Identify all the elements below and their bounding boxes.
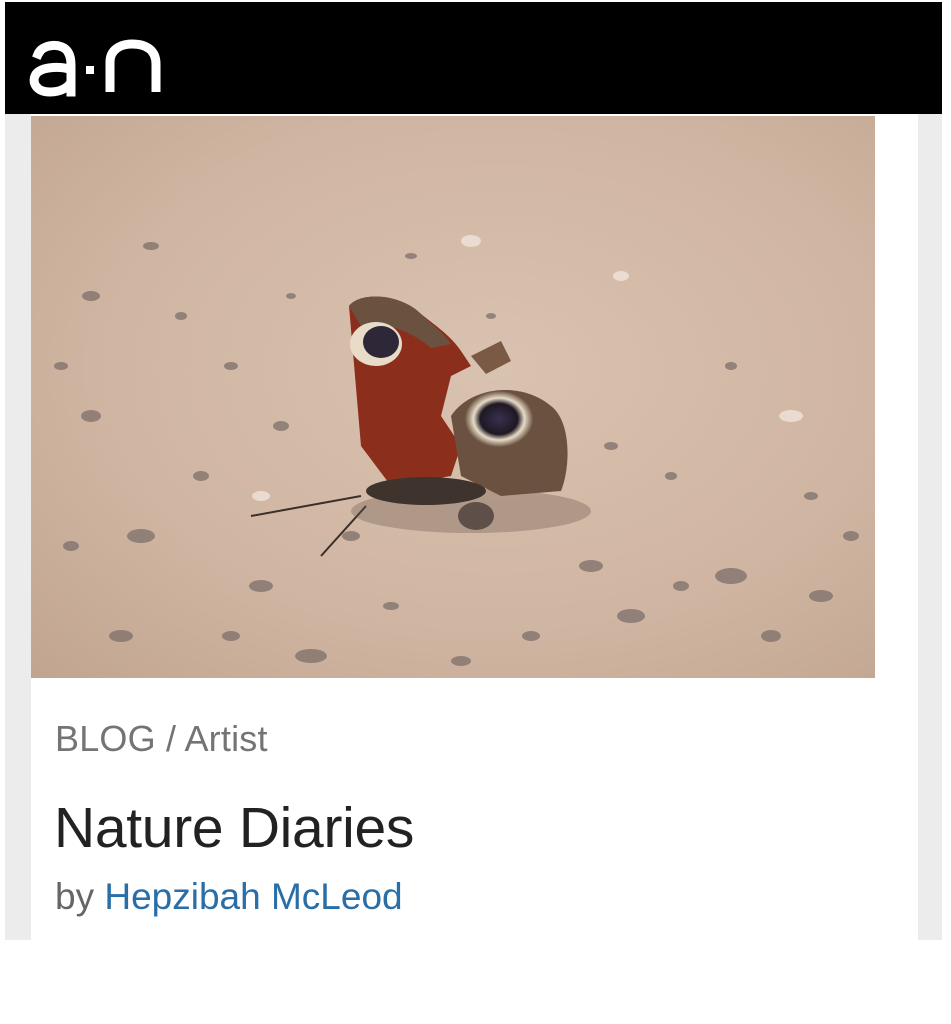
category-name[interactable]: Artist: [184, 718, 267, 759]
post-byline: by Hepzibah McLeod: [55, 876, 403, 918]
butterfly-photo[interactable]: [31, 116, 875, 678]
post-category: BLOG / Artist: [55, 718, 268, 760]
an-logo[interactable]: [28, 26, 168, 98]
blog-card[interactable]: BLOG / Artist Nature Diaries by Hepzibah…: [31, 114, 918, 940]
category-prefix[interactable]: BLOG: [55, 718, 156, 759]
content-frame: BLOG / Artist Nature Diaries by Hepzibah…: [5, 114, 942, 940]
site-header: [5, 2, 942, 114]
author-link[interactable]: Hepzibah McLeod: [104, 876, 402, 917]
byline-prefix: by: [55, 876, 95, 917]
post-title[interactable]: Nature Diaries: [54, 795, 414, 861]
category-separator: /: [166, 718, 177, 759]
page: BLOG / Artist Nature Diaries by Hepzibah…: [0, 0, 951, 1024]
